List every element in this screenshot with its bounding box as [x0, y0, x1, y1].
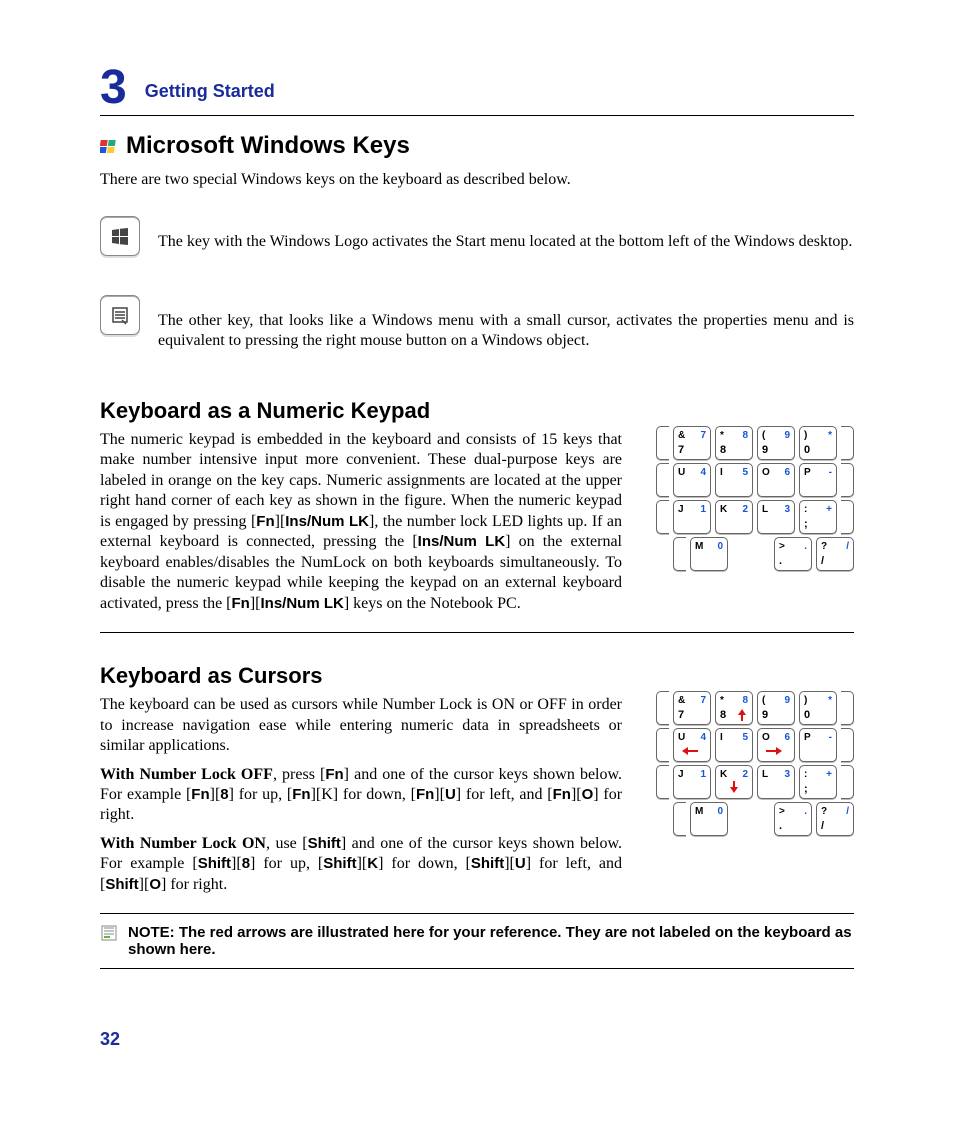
arrow-down-icon	[726, 780, 742, 792]
note-icon	[100, 924, 118, 942]
key-partial	[841, 691, 854, 725]
key-0: )*0	[799, 426, 837, 460]
key-m: M0	[690, 537, 728, 571]
windows-key-desc: The key with the Windows Logo activates …	[158, 232, 852, 252]
chapter-number: 3	[100, 60, 127, 115]
windows-flag-icon	[100, 138, 118, 156]
section3-p1: The keyboard can be used as cursors whil…	[100, 695, 622, 756]
key-k: K2	[715, 500, 753, 534]
key-o: O6	[757, 463, 795, 497]
key-8: *88	[715, 691, 753, 725]
key-l: L3	[757, 765, 795, 799]
key-partial	[673, 537, 686, 571]
windows-key-icon	[100, 216, 140, 256]
key-7: &77	[673, 691, 711, 725]
key-partial	[841, 500, 854, 534]
key-m: M0	[690, 802, 728, 836]
section1-intro: There are two special Windows keys on th…	[100, 170, 854, 190]
numeric-keypad-figure: &77 *88 (99 )*0 U4 I5 O6 P- J1	[644, 426, 854, 571]
key-7: &77	[673, 426, 711, 460]
key-j: J1	[673, 765, 711, 799]
menu-key-desc: The other key, that looks like a Windows…	[158, 311, 854, 352]
arrow-right-icon	[766, 744, 782, 756]
arrow-left-icon	[682, 744, 698, 756]
key-partial	[841, 765, 854, 799]
key-partial	[656, 765, 669, 799]
key-colon: :+;	[799, 765, 837, 799]
key-o: O6	[757, 728, 795, 762]
key-j: J1	[673, 500, 711, 534]
key-gt: >..	[774, 802, 812, 836]
key-slash: ?//	[816, 802, 854, 836]
key-u: U4	[673, 463, 711, 497]
page-number: 32	[100, 1029, 854, 1050]
key-partial	[673, 802, 686, 836]
key-partial	[656, 463, 669, 497]
key-k: K2	[715, 765, 753, 799]
s2b: Fn	[256, 513, 274, 530]
key-u: U4	[673, 728, 711, 762]
key-8: *88	[715, 426, 753, 460]
s2c: ][	[275, 513, 286, 530]
s2d: Ins/Num LK	[285, 513, 369, 530]
arrow-up-icon	[734, 708, 750, 720]
section2-para: The numeric keypad is embedded in the ke…	[100, 430, 622, 614]
s3p3a: With Number Lock ON	[100, 835, 266, 852]
key-9: (99	[757, 691, 795, 725]
key-9: (99	[757, 426, 795, 460]
s2h: Fn	[232, 595, 250, 612]
note-text: NOTE: The red arrows are illustrated her…	[128, 924, 854, 958]
s2i: ][	[250, 595, 261, 612]
key-gt: >..	[774, 537, 812, 571]
key-partial	[841, 426, 854, 460]
key-partial	[841, 463, 854, 497]
section3-p2: With Number Lock OFF, press [Fn] and one…	[100, 765, 622, 826]
s3p2a: With Number Lock OFF	[100, 766, 273, 783]
key-partial	[841, 728, 854, 762]
s2k: ] keys on the Notebook PC.	[344, 595, 521, 612]
key-i: I5	[715, 728, 753, 762]
key-partial	[656, 426, 669, 460]
s2j: Ins/Num LK	[260, 595, 343, 612]
cursor-keypad-figure: &77 *88 (99 )*0 U4 I5 O6 P- J1	[644, 691, 854, 836]
chapter-head: 3 Getting Started	[100, 60, 854, 116]
section-heading-cursors: Keyboard as Cursors	[100, 663, 854, 689]
key-partial	[656, 728, 669, 762]
key-slash: ?//	[816, 537, 854, 571]
section-heading-windows-keys: Microsoft Windows Keys	[126, 132, 410, 160]
key-colon: :+;	[799, 500, 837, 534]
key-l: L3	[757, 500, 795, 534]
key-p: P-	[799, 463, 837, 497]
section-heading-numeric-keypad: Keyboard as a Numeric Keypad	[100, 398, 854, 424]
s2f: Ins/Num LK	[418, 533, 505, 550]
key-partial	[656, 500, 669, 534]
context-menu-key-icon	[100, 295, 140, 335]
key-partial	[656, 691, 669, 725]
key-0: )*0	[799, 691, 837, 725]
key-i: I5	[715, 463, 753, 497]
chapter-title: Getting Started	[145, 81, 275, 102]
key-p: P-	[799, 728, 837, 762]
section3-p3: With Number Lock ON, use [Shift] and one…	[100, 834, 622, 895]
